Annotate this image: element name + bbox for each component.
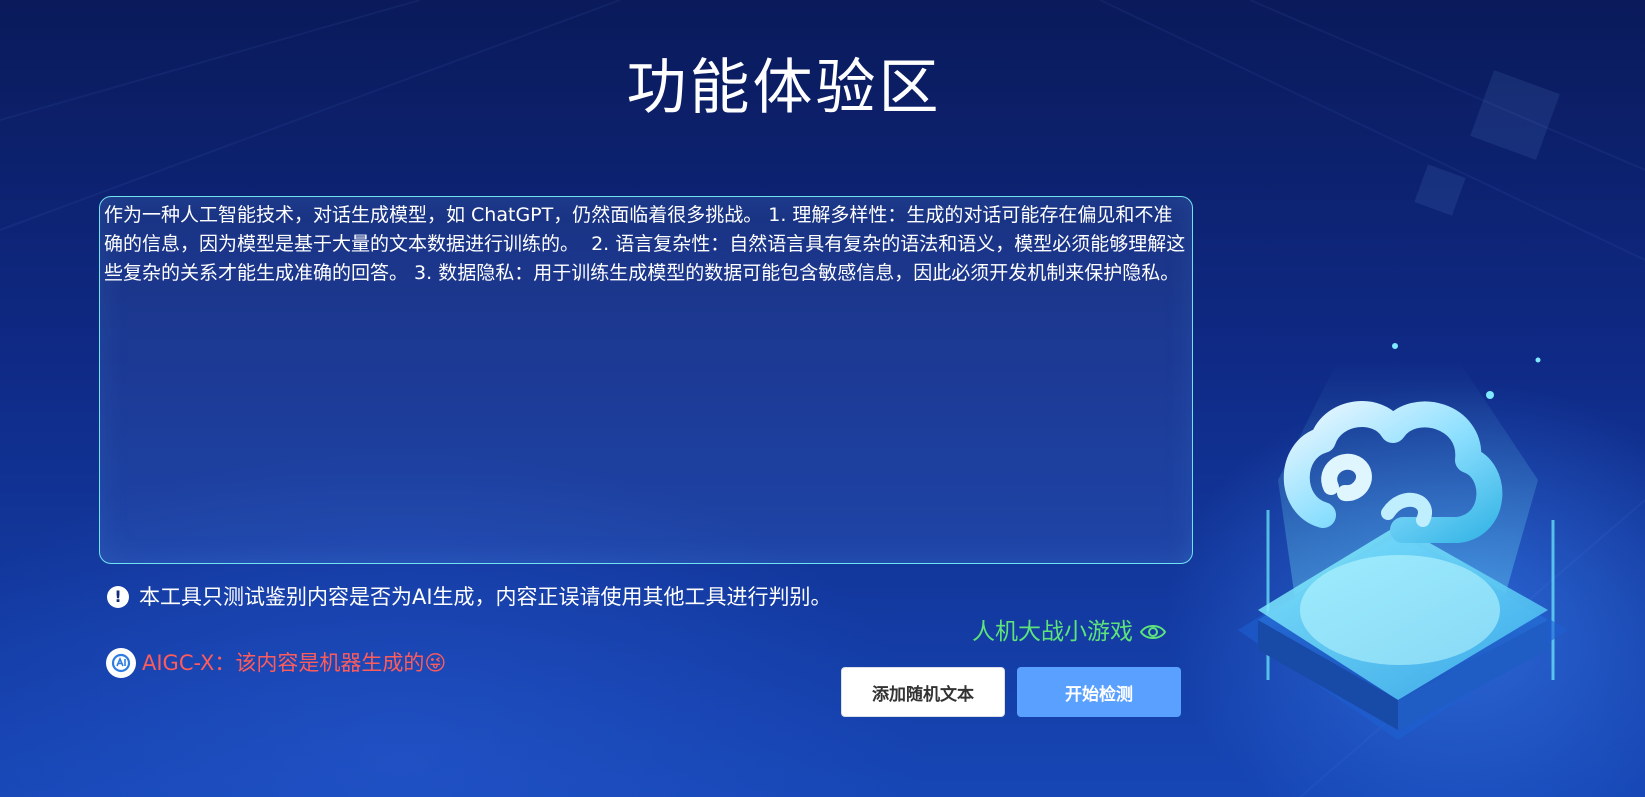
add-random-text-button[interactable]: 添加随机文本 [841, 667, 1005, 717]
page-title: 功能体验区 [626, 53, 942, 123]
disclaimer-notice: ! 本工具只测试鉴别内容是否为AI生成，内容正误请使用其他工具进行判别。 [107, 583, 832, 611]
game-link-label: 人机大战小游戏 [972, 619, 1133, 645]
cloud-platform-illustration [1238, 343, 1568, 740]
disclaimer-text: 本工具只测试鉴别内容是否为AI生成，内容正误请使用其他工具进行判别。 [139, 585, 832, 609]
aigc-x-logo-icon [106, 648, 136, 678]
eye-icon [1139, 625, 1167, 639]
game-link[interactable]: 人机大战小游戏 [972, 616, 1167, 648]
detection-result-text: AIGC-X：该内容是机器生成的😜 [142, 651, 447, 675]
exclamation-circle-icon: ! [107, 586, 129, 608]
text-input[interactable]: 作为一种人工智能技术，对话生成模型，如 ChatGPT，仍然面临着很多挑战。 1… [99, 196, 1193, 564]
start-detection-button[interactable]: 开始检测 [1017, 667, 1181, 717]
detection-result: AIGC-X：该内容是机器生成的😜 [106, 648, 446, 678]
